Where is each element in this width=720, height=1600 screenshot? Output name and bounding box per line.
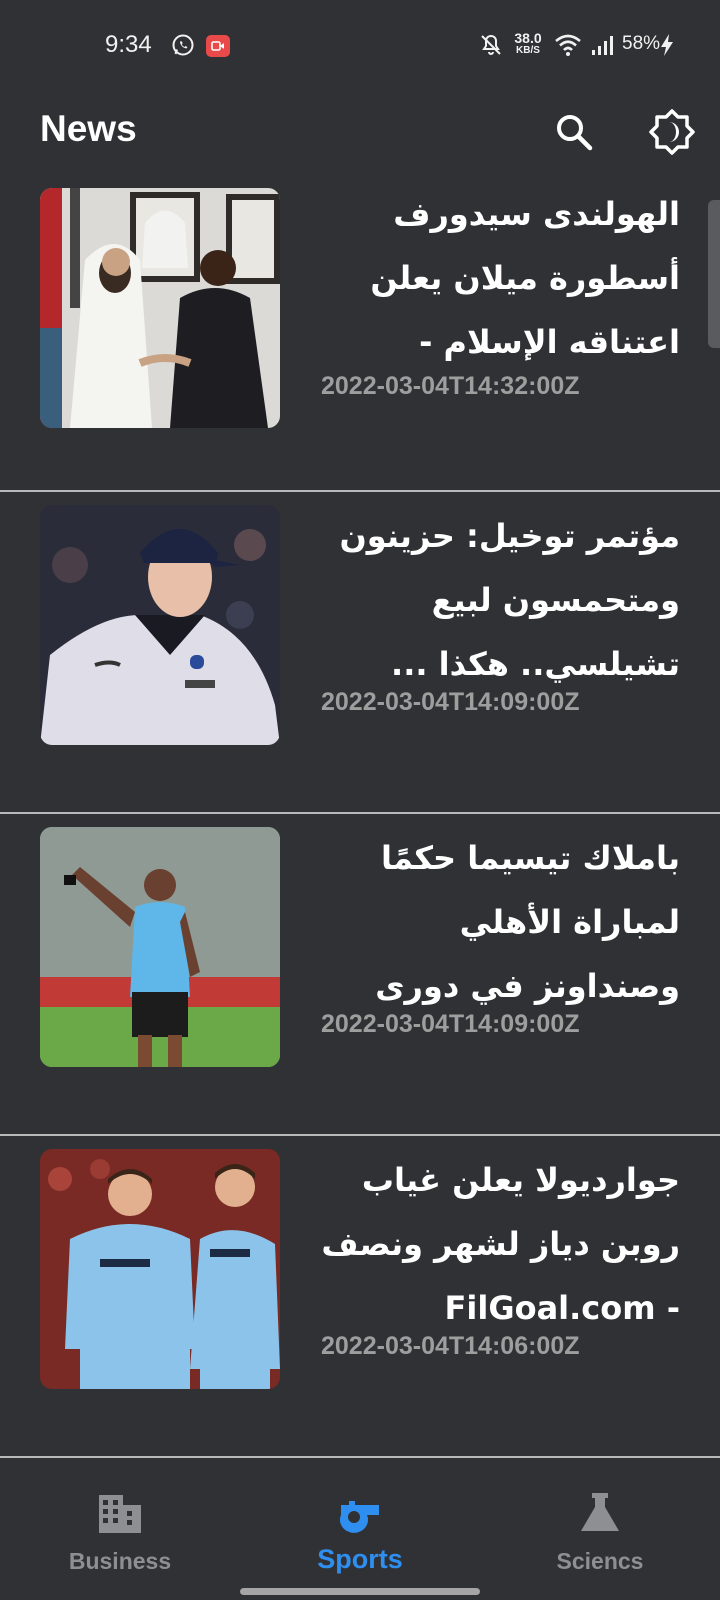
news-date: 2022-03-04T14:06:00Z — [321, 1332, 580, 1360]
news-date: 2022-03-04T14:09:00Z — [321, 1010, 580, 1038]
page-title: News — [40, 108, 137, 149]
wifi-icon — [555, 34, 581, 56]
building-icon — [99, 1495, 141, 1533]
whistle-icon — [340, 1501, 379, 1533]
network-speed: 38.0 KB/S — [508, 31, 548, 56]
status-time: 9:34 — [105, 31, 152, 58]
network-speed-value: 38.0 — [514, 30, 542, 46]
mute-icon — [481, 34, 501, 55]
charging-icon — [661, 34, 673, 56]
tab-business[interactable]: Business — [0, 1466, 240, 1600]
bottom-navigation: Business Sports Sciencs — [0, 1466, 720, 1600]
flask-icon — [581, 1493, 619, 1531]
news-thumbnail — [40, 188, 280, 428]
news-app-screen: 9:34 38.0 KB/S 58% News الهولندى سيدورف … — [0, 0, 720, 1600]
status-bar: 9:34 38.0 KB/S 58% — [0, 0, 720, 92]
news-thumbnail — [40, 1149, 280, 1389]
news-item[interactable]: الهولندى سيدورف أسطورة ميلان يعلن اعتناق… — [0, 170, 720, 492]
brightness-icon[interactable] — [648, 108, 696, 156]
whatsapp-icon — [172, 34, 194, 56]
news-title: مؤتمر توخيل: حزينون ومتحمسون لبيع تشيلسي… — [339, 517, 680, 683]
home-indicator[interactable] — [240, 1588, 480, 1595]
news-title: جوارديولا يعلن غياب روبن دياز لشهر ونصف … — [321, 1161, 680, 1327]
news-thumbnail — [40, 827, 280, 1067]
news-item[interactable]: جوارديولا يعلن غياب روبن دياز لشهر ونصف … — [0, 1136, 720, 1458]
news-item[interactable]: مؤتمر توخيل: حزينون ومتحمسون لبيع تشيلسي… — [0, 492, 720, 814]
signal-icon — [592, 36, 613, 55]
network-speed-unit: KB/S — [516, 45, 540, 56]
news-item[interactable]: باملاك تيسيما حكمًا لمباراة الأهلي وصندا… — [0, 814, 720, 1136]
news-title: الهولندى سيدورف أسطورة ميلان يعلن اعتناق… — [370, 195, 680, 361]
news-thumbnail — [40, 505, 280, 745]
tab-sports[interactable]: Sports — [240, 1466, 480, 1600]
tab-sciencs-label: Sciencs — [556, 1548, 644, 1574]
news-date: 2022-03-04T14:32:00Z — [321, 372, 580, 400]
battery-percentage: 58% — [622, 33, 661, 54]
tab-sports-label: Sports — [317, 1544, 403, 1574]
news-date: 2022-03-04T14:09:00Z — [321, 688, 580, 716]
tab-business-label: Business — [68, 1548, 172, 1574]
scrollbar-thumb[interactable] — [708, 200, 720, 348]
news-title: باملاك تيسيما حكمًا لمباراة الأهلي وصندا… — [375, 839, 680, 1005]
search-icon[interactable] — [552, 110, 596, 154]
screen-record-icon — [206, 35, 230, 57]
tab-sciencs[interactable]: Sciencs — [480, 1466, 720, 1600]
news-list: الهولندى سيدورف أسطورة ميلان يعلن اعتناق… — [0, 170, 720, 1458]
